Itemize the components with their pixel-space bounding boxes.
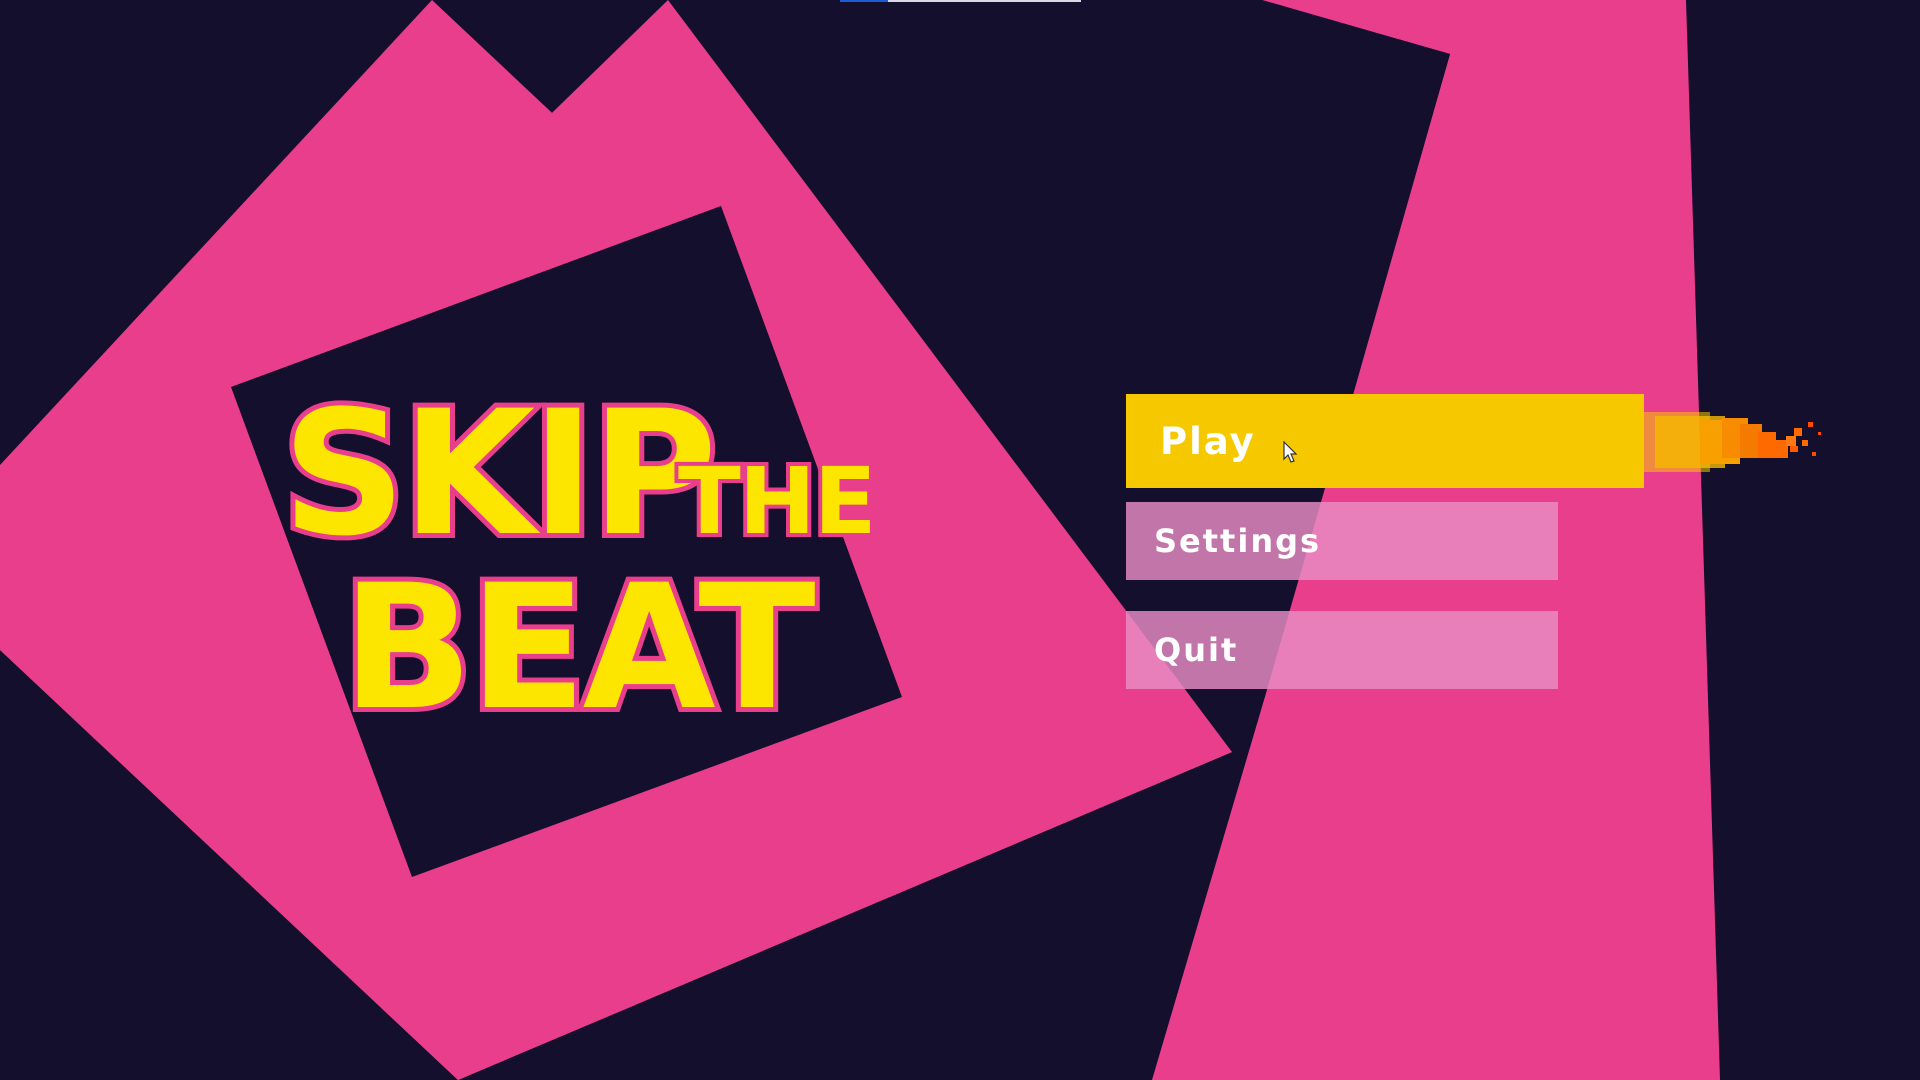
arrow-cursor-icon xyxy=(1283,441,1298,463)
pixel-fire-trail xyxy=(1620,412,1821,472)
main-menu-screen: SKIP THE BEAT Play Settings Quit xyxy=(0,0,1920,1080)
